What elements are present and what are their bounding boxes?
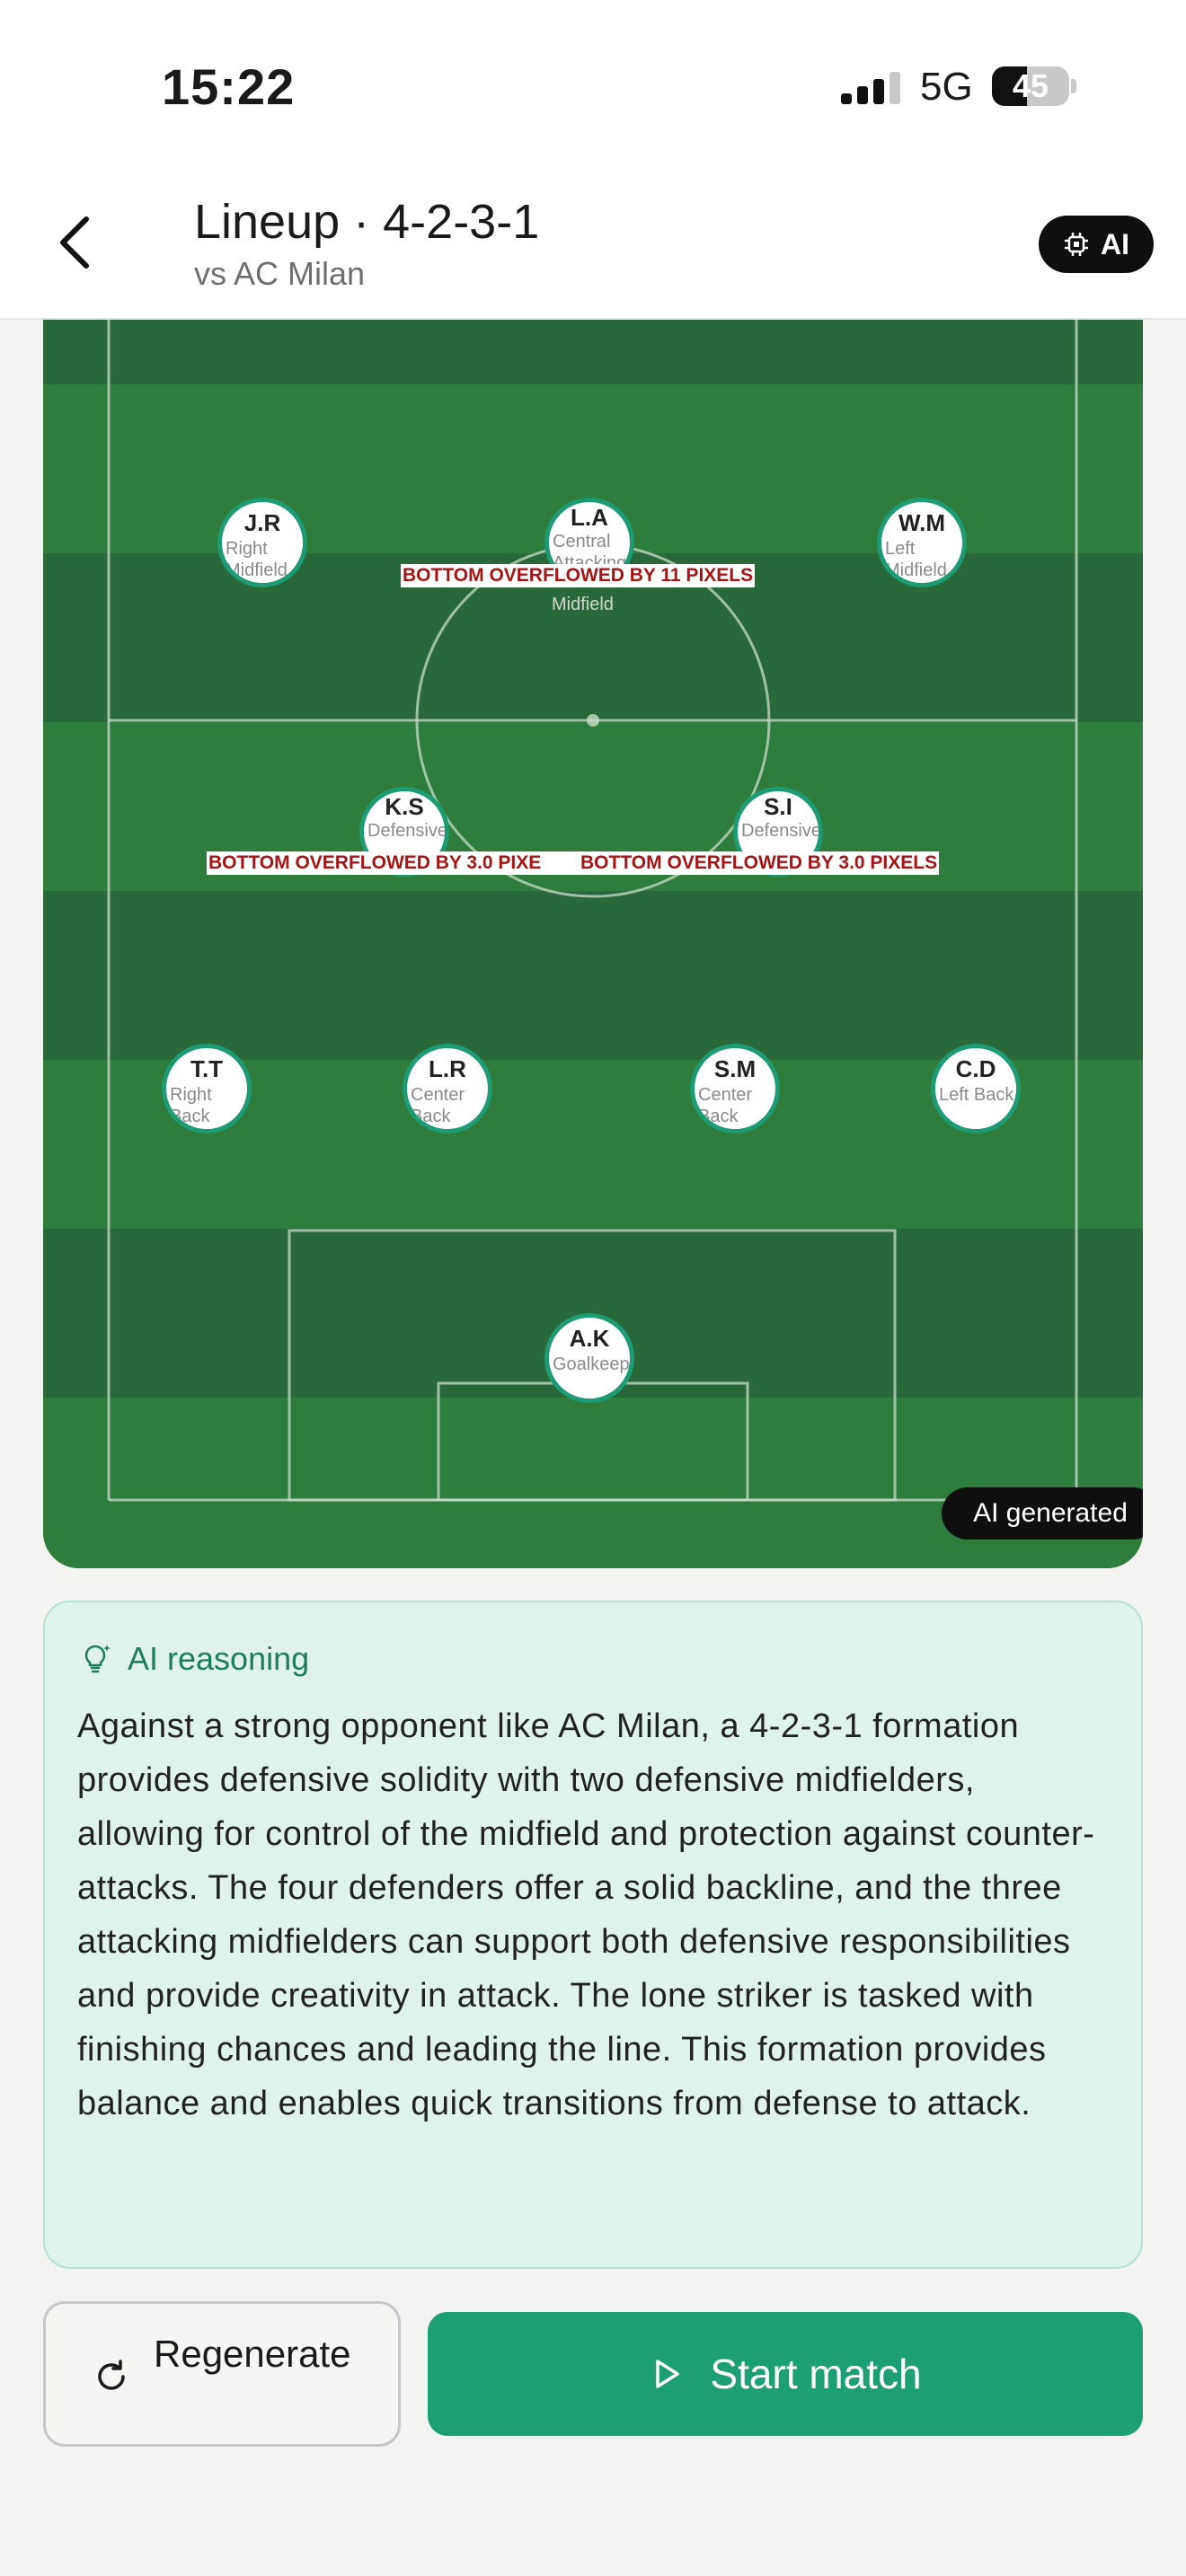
player-token[interactable]: A.K Goalkeeper — [544, 1313, 634, 1403]
regenerate-button[interactable]: Regenerate — [43, 2301, 401, 2447]
regenerate-label: Regenerate — [154, 2333, 351, 2375]
lightbulb-icon — [84, 1645, 111, 1673]
player-initials: K.S — [385, 793, 424, 820]
player-token[interactable]: S.M Center Back — [690, 1044, 780, 1134]
player-initials: C.D — [955, 1055, 996, 1082]
player-role: Goalkeeper — [553, 1354, 630, 1374]
signal-strength-icon — [841, 72, 900, 104]
player-token[interactable]: W.M Left Midfield — [877, 498, 967, 587]
refresh-icon — [98, 2360, 125, 2390]
player-role: Center Back — [698, 1085, 753, 1126]
start-match-label: Start match — [710, 2351, 922, 2397]
ai-reasoning-card: AI reasoning Against a strong opponent l… — [43, 1601, 1143, 2269]
app-header: Lineup · 4-2-3-1 vs AC Milan AI — [0, 171, 1186, 320]
page-title: Lineup · 4-2-3-1 — [194, 195, 540, 249]
overflow-warning: BOTTOM OVERFLOWED BY 11 PIXELS — [401, 564, 756, 587]
player-role: Left Back — [939, 1085, 1014, 1105]
player-initials: J.R — [243, 509, 281, 536]
overflow-warning: BOTTOM OVERFLOWED BY 3.0 PIXELS — [579, 851, 940, 875]
ai-chip-button[interactable]: AI — [1039, 216, 1154, 273]
player-initials: S.I — [764, 793, 792, 820]
formation-pitch: J.R Right Midfield L.A Central Attacking… — [43, 320, 1143, 1568]
start-match-button[interactable]: Start match — [428, 2312, 1143, 2436]
chip-icon — [1065, 233, 1088, 256]
player-role-overflow: Midfield — [552, 595, 614, 614]
ai-generated-badge: AI generated — [942, 1487, 1143, 1539]
ai-reasoning-title: AI reasoning — [128, 1640, 310, 1677]
player-initials: L.A — [571, 504, 608, 531]
player-initials: T.T — [190, 1055, 224, 1082]
player-role: Center Back — [411, 1085, 465, 1126]
player-initials: W.M — [898, 509, 945, 536]
player-initials: S.M — [713, 1055, 757, 1082]
player-token[interactable]: J.R Right Midfield — [217, 498, 307, 587]
player-token[interactable]: T.T Right Back — [162, 1044, 252, 1134]
player-role: Right Midfield — [226, 539, 288, 580]
player-role: Defensive — [367, 821, 447, 841]
battery-icon: 45 — [992, 66, 1069, 106]
player-initials: L.R — [429, 1055, 466, 1082]
overflow-warning: BOTTOM OVERFLOWED BY 3.0 PIXE — [207, 851, 582, 875]
status-time: 15:22 — [162, 58, 296, 115]
player-role: Left Midfield — [885, 539, 947, 580]
ai-reasoning-header: AI reasoning — [77, 1640, 309, 1678]
player-token[interactable]: L.R Center Back — [403, 1044, 492, 1134]
ai-reasoning-text: Against a strong opponent like AC Milan,… — [77, 1707, 1095, 2122]
ai-chip-label: AI — [1101, 227, 1129, 260]
player-initials: A.K — [569, 1325, 610, 1352]
page-subtitle: vs AC Milan — [194, 255, 366, 292]
battery-percentage: 45 — [1012, 67, 1049, 104]
player-role: Right Back — [170, 1085, 212, 1126]
play-icon — [656, 2360, 680, 2388]
player-role: Defensive — [741, 821, 821, 841]
back-arrow-icon[interactable] — [50, 207, 104, 278]
status-bar: 15:22 5G 45 — [0, 0, 1186, 171]
battery-tip — [1071, 79, 1076, 93]
player-token[interactable]: C.D Left Back — [931, 1044, 1021, 1134]
network-type: 5G — [920, 65, 973, 109]
